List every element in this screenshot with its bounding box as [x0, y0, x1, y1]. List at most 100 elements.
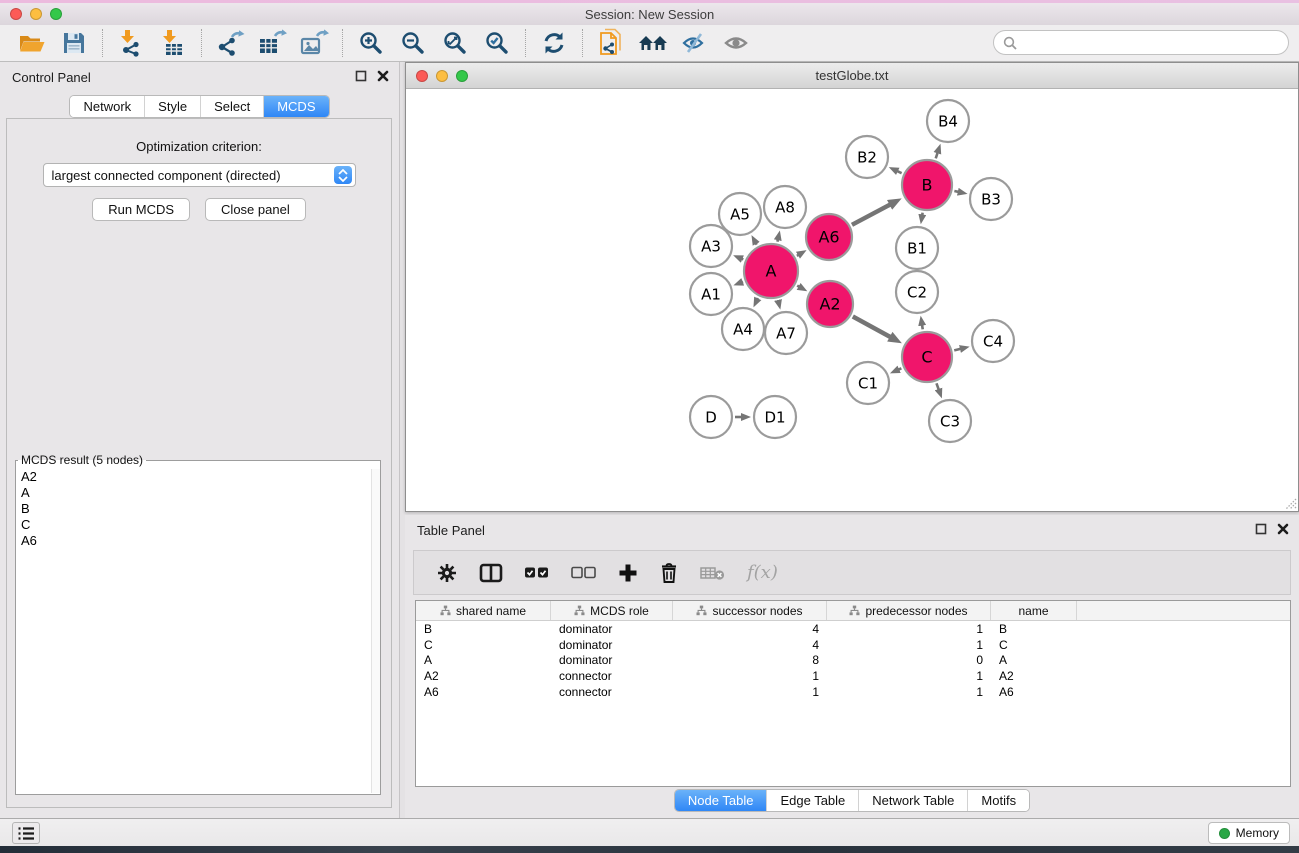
column-header-MCDS-role[interactable]: MCDS role [551, 601, 673, 620]
graph-node-C1[interactable]: C1 [847, 362, 889, 404]
add-column-icon[interactable] [618, 563, 638, 583]
graph-node-A6[interactable]: A6 [806, 214, 852, 260]
settings-gear-icon[interactable] [436, 562, 458, 584]
search-box[interactable] [993, 30, 1289, 55]
graph-node-B3[interactable]: B3 [970, 178, 1012, 220]
graph-edge-B-B2[interactable] [897, 171, 902, 173]
graph-node-A2[interactable]: A2 [807, 281, 853, 327]
save-session-icon[interactable] [56, 27, 92, 59]
column-header-shared-name[interactable]: shared name [416, 601, 551, 620]
graph-node-label: A2 [819, 295, 840, 314]
run-mcds-button[interactable]: Run MCDS [92, 198, 190, 221]
graph-edge-A-A2[interactable] [797, 286, 799, 287]
table-row[interactable]: Cdominator41C [416, 637, 1290, 653]
graph-edge-A-A6[interactable] [797, 255, 799, 256]
graph-node-A7[interactable]: A7 [765, 312, 807, 354]
tab-motifs[interactable]: Motifs [967, 790, 1029, 811]
graph-edge-C-C1[interactable] [898, 368, 901, 369]
graph-edge-B-B4[interactable] [936, 152, 938, 158]
graph-node-C4[interactable]: C4 [972, 320, 1014, 362]
graph-node-A4[interactable]: A4 [722, 308, 764, 350]
graph-node-B[interactable]: B [902, 160, 952, 210]
tab-style[interactable]: Style [144, 96, 200, 117]
mcds-result-item[interactable]: A2 [17, 469, 370, 485]
delete-table-icon[interactable] [700, 565, 726, 581]
export-table-icon[interactable] [254, 27, 290, 59]
show-graphics-details-icon[interactable] [719, 27, 755, 59]
graph-node-C[interactable]: C [902, 332, 952, 382]
graph-node-D1[interactable]: D1 [754, 396, 796, 438]
tab-edge-table[interactable]: Edge Table [766, 790, 858, 811]
zoom-out-icon[interactable] [395, 27, 431, 59]
hide-labels-icon[interactable] [677, 27, 713, 59]
graph-node-A1[interactable]: A1 [690, 273, 732, 315]
toolbar-separator [201, 29, 202, 57]
tab-network[interactable]: Network [70, 96, 144, 117]
function-builder-icon[interactable]: f(x) [747, 562, 778, 583]
graph-edge-A-A8[interactable] [777, 239, 778, 241]
open-file-icon[interactable] [14, 27, 50, 59]
table-row[interactable]: Bdominator41B [416, 621, 1290, 637]
float-table-panel-icon[interactable] [1255, 523, 1267, 535]
zoom-fit-icon[interactable] [437, 27, 473, 59]
tab-mcds[interactable]: MCDS [263, 96, 328, 117]
new-network-from-file-icon[interactable] [593, 27, 629, 59]
graph-node-A8[interactable]: A8 [764, 186, 806, 228]
column-header-predecessor-nodes[interactable]: predecessor nodes [827, 601, 991, 620]
close-panel-icon[interactable] [377, 70, 389, 82]
graph-edge-A-A4[interactable] [757, 298, 758, 299]
memory-button[interactable]: Memory [1208, 822, 1290, 844]
table-row[interactable]: A2connector11A2 [416, 668, 1290, 684]
mcds-result-item[interactable]: A6 [17, 533, 370, 549]
graph-node-C2[interactable]: C2 [896, 271, 938, 313]
split-table-icon[interactable] [479, 563, 503, 583]
close-table-panel-icon[interactable] [1277, 523, 1289, 535]
export-network-icon[interactable] [212, 27, 248, 59]
graph-edge-B-B3[interactable] [954, 191, 958, 192]
graph-edge-C-C3[interactable] [936, 383, 938, 390]
unselect-all-columns-icon[interactable] [571, 566, 597, 579]
import-table-icon[interactable] [155, 27, 191, 59]
close-panel-button[interactable]: Close panel [205, 198, 306, 221]
tab-node-table[interactable]: Node Table [675, 790, 767, 811]
graph-edge-A2-C[interactable] [853, 316, 891, 337]
graph-node-A[interactable]: A [744, 244, 798, 298]
graph-node-B2[interactable]: B2 [846, 136, 888, 178]
mcds-result-item[interactable]: A [17, 485, 370, 501]
column-header-successor-nodes[interactable]: successor nodes [673, 601, 827, 620]
float-panel-icon[interactable] [355, 70, 367, 82]
node-table[interactable]: shared nameMCDS rolesuccessor nodesprede… [415, 600, 1291, 787]
graph-node-B4[interactable]: B4 [927, 100, 969, 142]
graph-edge-C-C4[interactable] [954, 349, 961, 351]
graph-edge-A-A5[interactable] [756, 243, 757, 245]
network-canvas[interactable]: A A1 A3A5A8 A4A7 A6 A2 B B2 B4B3 B1C2 C C1 C4C3 D D1 [406, 90, 1298, 511]
delete-columns-icon[interactable] [659, 562, 679, 584]
graph-node-C3[interactable]: C3 [929, 400, 971, 442]
graph-node-A5[interactable]: A5 [719, 193, 761, 235]
graph-edge-C-C2[interactable] [922, 325, 923, 330]
scrollbar-track[interactable] [371, 469, 380, 793]
table-row[interactable]: Adominator80A [416, 652, 1290, 668]
zoom-in-icon[interactable] [353, 27, 389, 59]
show-all-networks-icon[interactable] [635, 27, 671, 59]
tab-network-table[interactable]: Network Table [858, 790, 967, 811]
resize-grip-icon[interactable] [1284, 497, 1297, 510]
criterion-select[interactable]: largest connected component (directed) [43, 163, 356, 187]
column-header-name[interactable]: name [991, 601, 1077, 620]
tab-select[interactable]: Select [200, 96, 263, 117]
import-network-icon[interactable] [113, 27, 149, 59]
export-image-icon[interactable] [296, 27, 332, 59]
graph-edge-A-A3[interactable] [741, 259, 743, 260]
mcds-result-item[interactable]: B [17, 501, 370, 517]
select-all-columns-icon[interactable] [524, 566, 550, 579]
graph-node-A3[interactable]: A3 [690, 225, 732, 267]
mcds-result-item[interactable]: C [17, 517, 370, 533]
refresh-icon[interactable] [536, 27, 572, 59]
table-row[interactable]: A6connector11A6 [416, 684, 1290, 700]
task-history-button[interactable] [12, 822, 40, 844]
search-input[interactable] [1022, 35, 1288, 50]
zoom-selected-icon[interactable] [479, 27, 515, 59]
graph-node-D[interactable]: D [690, 396, 732, 438]
graph-node-B1[interactable]: B1 [896, 227, 938, 269]
graph-edge-A6-B[interactable] [852, 204, 891, 225]
